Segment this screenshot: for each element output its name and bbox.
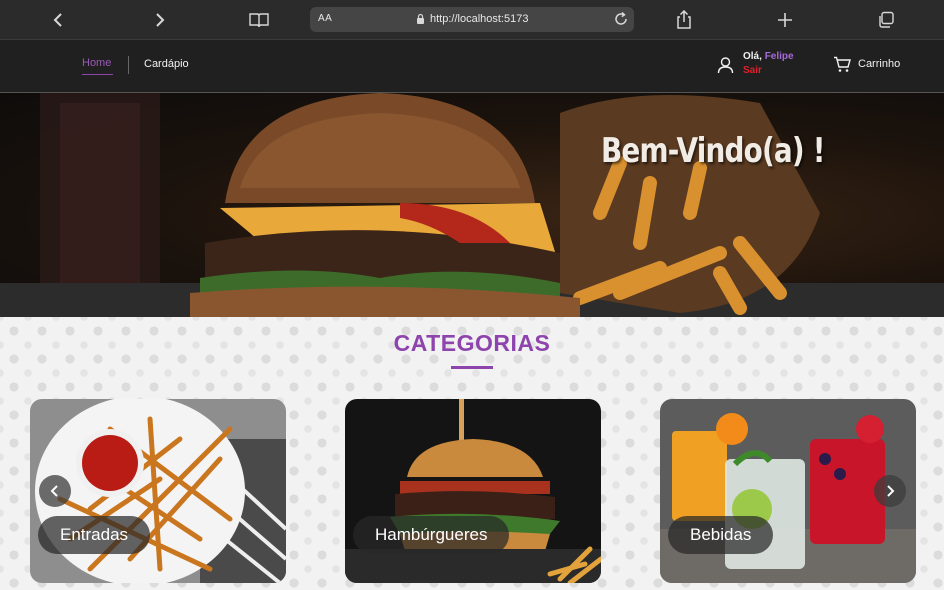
tabs-icon[interactable] (874, 8, 898, 32)
cart-link[interactable]: Carrinho (858, 58, 900, 70)
chevron-left-icon (50, 485, 58, 497)
section-title: CATEGORIAS (393, 330, 551, 356)
hero-banner: Bem-Vindo(a) ! (0, 93, 944, 317)
user-name: Felipe (764, 51, 794, 62)
cart-icon[interactable] (833, 56, 851, 78)
hero-burger-image (0, 93, 944, 317)
nav-home-link[interactable]: Home (82, 57, 111, 69)
new-tab-icon[interactable] (773, 8, 797, 32)
category-card-hamburgueres[interactable]: Hambúrgueres (345, 399, 601, 583)
hero-title: Bem-Vindo(a) ! (601, 131, 825, 171)
greeting-text: Olá, (743, 51, 762, 62)
nav-divider (128, 56, 129, 74)
forward-icon[interactable] (147, 8, 171, 32)
lock-icon (416, 13, 425, 27)
chevron-right-icon (887, 485, 895, 497)
section-title-underline (451, 366, 493, 369)
address-bar[interactable]: AA http://localhost:5173 (310, 7, 634, 32)
nav-menu-link[interactable]: Cardápio (144, 58, 189, 70)
share-icon[interactable] (672, 8, 696, 32)
reader-mode-button[interactable]: AA (318, 13, 332, 24)
category-label: Entradas (38, 516, 151, 554)
logout-link[interactable]: Sair (743, 65, 762, 76)
burger-image (345, 399, 601, 583)
categories-section: CATEGORIAS Entradas Hambúrgueres Bebidas (0, 317, 944, 590)
category-label: Hambúrgueres (353, 516, 510, 554)
book-icon[interactable] (247, 8, 271, 32)
browser-toolbar: AA http://localhost:5173 (0, 0, 944, 40)
category-label: Bebidas (668, 516, 774, 554)
user-icon[interactable] (717, 56, 734, 79)
reload-icon[interactable] (612, 10, 630, 31)
carousel-prev-button[interactable] (39, 475, 71, 507)
url-text: http://localhost:5173 (430, 13, 529, 25)
user-greeting: Olá, Felipe (743, 51, 794, 62)
carousel-next-button[interactable] (874, 475, 906, 507)
site-navbar: Home Cardápio Olá, Felipe Sair Carrinho (0, 40, 944, 93)
active-nav-underline (82, 74, 113, 75)
back-icon[interactable] (47, 8, 71, 32)
